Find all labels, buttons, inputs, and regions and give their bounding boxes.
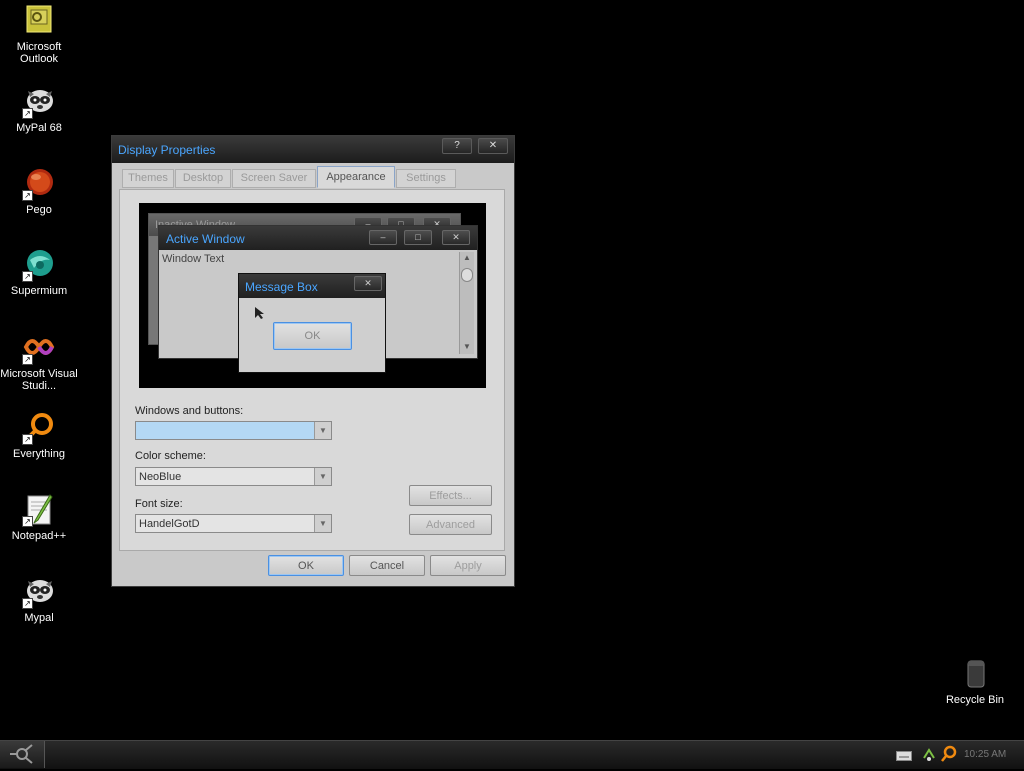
- message-box-titlebar: Message Box ✕: [239, 274, 385, 298]
- chevron-down-icon: ▼: [314, 515, 331, 532]
- desktop-icon-label: MyPal 68: [16, 122, 62, 134]
- pego-icon: ↗: [22, 167, 56, 201]
- desktop-icon-visual-studio[interactable]: ↗ Microsoft Visual Studi...: [0, 331, 79, 392]
- active-window-preview: Active Window – □ ✕ Window Text ▲ ▼ Mess…: [158, 225, 478, 373]
- shortcut-arrow-icon: ↗: [22, 271, 33, 282]
- desktop-icon-pego[interactable]: ↗ Pego: [0, 167, 79, 216]
- advanced-button[interactable]: Advanced: [409, 514, 492, 535]
- tab-settings[interactable]: Settings: [396, 169, 456, 188]
- taskbar-clock[interactable]: 10:25 AM: [964, 749, 1006, 760]
- cursor-icon: [254, 306, 266, 323]
- scroll-down-icon: ▼: [463, 342, 471, 351]
- search-tray-icon[interactable]: [940, 745, 958, 766]
- tab-desktop[interactable]: Desktop: [175, 169, 231, 188]
- window-text: Window Text: [162, 253, 225, 265]
- message-box-ok-button: OK: [273, 322, 352, 350]
- windows-buttons-label: Windows and buttons:: [135, 405, 244, 417]
- desktop-icon-outlook[interactable]: Microsoft Outlook: [0, 4, 79, 65]
- taskbar: 10:25 AM: [0, 740, 1024, 769]
- font-size-select[interactable]: HandelGotD ▼: [135, 514, 332, 533]
- color-scheme-value: NeoBlue: [139, 471, 182, 483]
- shortcut-arrow-icon: ↗: [22, 190, 33, 201]
- active-titlebar: Active Window – □ ✕: [159, 226, 477, 250]
- desktop-icon-mypal-68[interactable]: ↗ MyPal 68: [0, 85, 79, 134]
- desktop-icon-label: Notepad++: [11, 530, 67, 542]
- shortcut-arrow-icon: ↗: [22, 354, 33, 365]
- keyboard-icon[interactable]: [896, 750, 912, 764]
- apply-button[interactable]: Apply: [430, 555, 506, 576]
- supermium-icon: ↗: [22, 248, 56, 282]
- shortcut-arrow-icon: ↗: [22, 434, 33, 445]
- maximize-icon: □: [404, 230, 432, 245]
- dialog-titlebar[interactable]: Display Properties ? ✕: [112, 136, 514, 163]
- active-window-title: Active Window: [166, 232, 245, 246]
- tab-appearance[interactable]: Appearance: [317, 166, 395, 188]
- desktop-icon-supermium[interactable]: ↗ Supermium: [0, 248, 79, 297]
- shortcut-arrow-icon: ↗: [22, 516, 33, 527]
- message-box-title: Message Box: [245, 280, 318, 294]
- desktop-icon-label: Microsoft Visual Studi...: [0, 368, 78, 392]
- close-button[interactable]: ✕: [478, 138, 508, 154]
- close-icon: ✕: [354, 276, 382, 291]
- tab-themes[interactable]: Themes: [122, 169, 174, 188]
- desktop-icon-everything[interactable]: ↗ Everything: [0, 411, 79, 460]
- chevron-down-icon: ▼: [314, 422, 331, 439]
- notepad-plus-plus-icon: ↗: [22, 493, 56, 527]
- appearance-panel: Inactive Window – □ ✕ Active Window – □ …: [119, 189, 505, 551]
- shortcut-arrow-icon: ↗: [22, 598, 33, 609]
- font-size-value: HandelGotD: [139, 518, 200, 530]
- desktop-icon-label: Everything: [13, 448, 65, 460]
- color-scheme-label: Color scheme:: [135, 450, 206, 462]
- scroll-up-icon: ▲: [463, 253, 471, 262]
- raccoon-icon: ↗: [22, 85, 56, 119]
- ok-button[interactable]: OK: [268, 555, 344, 576]
- desktop-icon-label: Pego: [26, 204, 52, 216]
- effects-button[interactable]: Effects...: [409, 485, 492, 506]
- tab-screen-saver[interactable]: Screen Saver: [232, 169, 316, 188]
- cancel-button[interactable]: Cancel: [349, 555, 425, 576]
- visual-studio-icon: ↗: [22, 331, 56, 365]
- start-button[interactable]: [0, 741, 45, 768]
- desktop-icon-label: Mypal: [24, 612, 54, 624]
- desktop-icon-label: Supermium: [10, 285, 68, 297]
- message-box-preview: Message Box ✕ OK: [238, 273, 386, 373]
- chevron-down-icon: ▼: [314, 468, 331, 485]
- shortcut-arrow-icon: ↗: [22, 108, 33, 119]
- font-size-label: Font size:: [135, 498, 183, 510]
- outlook-icon: [22, 4, 56, 38]
- display-properties-dialog: Display Properties ? ✕ Themes Desktop Sc…: [111, 135, 515, 587]
- help-button[interactable]: ?: [442, 138, 472, 154]
- scroll-thumb: [461, 268, 473, 282]
- minimize-icon: –: [369, 230, 397, 245]
- network-icon[interactable]: [921, 746, 937, 765]
- start-icon: [10, 744, 33, 764]
- desktop-icon-label: Recycle Bin: [945, 694, 1005, 706]
- dialog-title: Display Properties: [118, 143, 216, 157]
- desktop-icon-recycle-bin[interactable]: Recycle Bin: [935, 657, 1015, 706]
- preview-scrollbar: ▲ ▼: [459, 252, 474, 354]
- close-icon: ✕: [442, 230, 470, 245]
- desktop-icon-notepad-plus-plus[interactable]: ↗ Notepad++: [0, 493, 79, 542]
- windows-buttons-select[interactable]: ▼: [135, 421, 332, 440]
- recycle-bin-icon: [958, 657, 992, 691]
- color-scheme-select[interactable]: NeoBlue ▼: [135, 467, 332, 486]
- desktop-icon-label: Microsoft Outlook: [16, 41, 62, 65]
- raccoon-icon: ↗: [22, 575, 56, 609]
- appearance-preview: Inactive Window – □ ✕ Active Window – □ …: [139, 203, 486, 388]
- desktop-icon-mypal[interactable]: ↗ Mypal: [0, 575, 79, 624]
- search-ring-icon: ↗: [22, 411, 56, 445]
